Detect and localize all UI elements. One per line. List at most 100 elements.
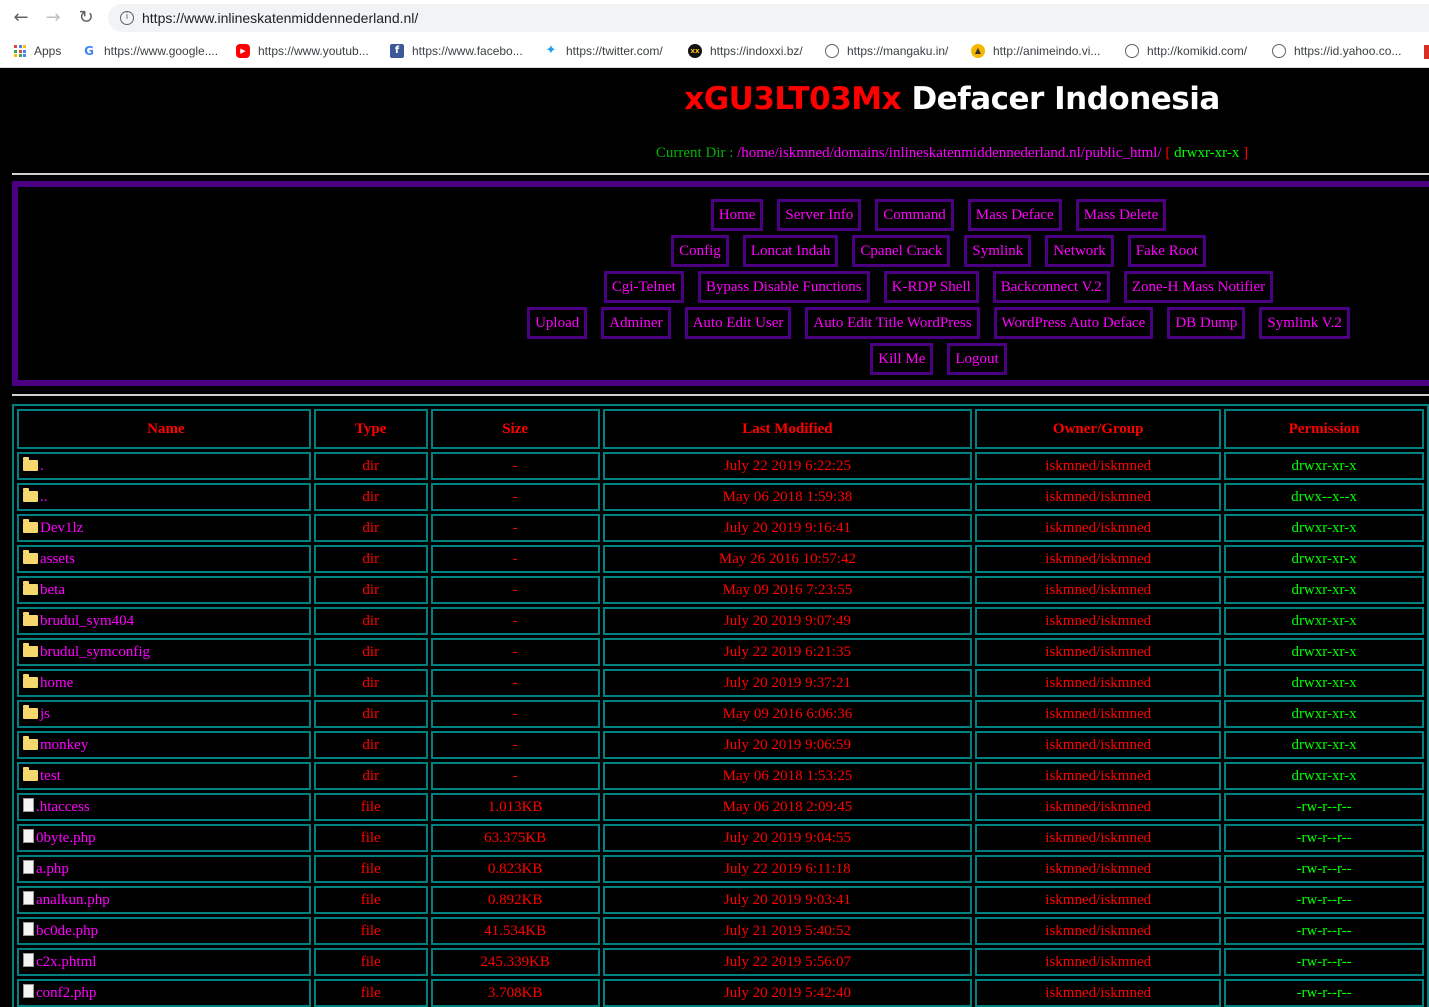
file-icon (23, 922, 34, 936)
file-name-link[interactable]: . (40, 458, 44, 474)
bookmark-animeindo[interactable]: ▲ http://animeindo.vi... (971, 41, 1100, 61)
overflow-bookmark-icon[interactable] (1424, 45, 1429, 59)
menu-loncat-indah-button[interactable]: Loncat Indah (742, 235, 839, 267)
cell-permission[interactable]: drwxr-xr-x (1224, 669, 1424, 697)
cell-permission[interactable]: -rw-r--r-- (1224, 855, 1424, 883)
cell-permission[interactable]: -rw-r--r-- (1224, 824, 1424, 852)
menu-k-rdp-shell-button[interactable]: K-RDP Shell (883, 271, 979, 303)
menu-logout-button[interactable]: Logout (947, 343, 1007, 375)
cell-name: . (17, 452, 311, 480)
cell-name: 0byte.php (17, 824, 311, 852)
file-name-link[interactable]: .htaccess (36, 799, 90, 815)
site-info-icon[interactable]: i (120, 11, 134, 25)
cell-permission[interactable]: drwxr-xr-x (1224, 731, 1424, 759)
menu-backconnect-button[interactable]: Backconnect V.2 (992, 271, 1110, 303)
current-dir-path[interactable]: /home/iskmned/domains/inlineskatenmidden… (737, 145, 1162, 161)
folder-icon (23, 549, 38, 564)
menu-home-button[interactable]: Home (710, 199, 764, 231)
cell-name: js (17, 700, 311, 728)
address-bar[interactable]: i https://www.inlineskatenmiddennederlan… (108, 4, 1429, 32)
cell-permission[interactable]: -rw-r--r-- (1224, 917, 1424, 945)
bookmark-youtube[interactable]: ▶ https://www.youtub... (236, 41, 369, 61)
menu-wp-auto-deface-button[interactable]: WordPress Auto Deface (993, 307, 1154, 339)
file-name-link[interactable]: test (40, 768, 61, 784)
cell-size: - (430, 669, 600, 697)
cell-modified: July 20 2019 9:06:59 (602, 731, 973, 759)
file-name-link[interactable]: conf2.php (36, 985, 96, 1001)
menu-fake-root-button[interactable]: Fake Root (1127, 235, 1206, 267)
cell-permission[interactable]: -rw-r--r-- (1224, 886, 1424, 914)
file-name-link[interactable]: assets (40, 551, 75, 567)
menu-upload-button[interactable]: Upload (527, 307, 588, 339)
bookmark-yahoo[interactable]: https://id.yahoo.co... (1272, 41, 1401, 61)
url-text[interactable]: https://www.inlineskatenmiddennederland.… (142, 10, 418, 26)
file-table: Name Type Size Last Modified Owner/Group… (12, 404, 1429, 1007)
menu-network-button[interactable]: Network (1045, 235, 1114, 267)
menu-db-dump-button[interactable]: DB Dump (1167, 307, 1246, 339)
bookmark-apps[interactable]: Apps (14, 41, 61, 61)
cell-permission[interactable]: drwx--x--x (1224, 483, 1424, 511)
menu-symlink-v2-button[interactable]: Symlink V.2 (1259, 307, 1350, 339)
cell-permission[interactable]: drwxr-xr-x (1224, 762, 1424, 790)
cell-permission[interactable]: drwxr-xr-x (1224, 452, 1424, 480)
file-name-link[interactable]: bc0de.php (36, 923, 98, 939)
cell-permission[interactable]: drwxr-xr-x (1224, 576, 1424, 604)
google-icon: G (82, 44, 96, 58)
cell-type: file (313, 979, 428, 1007)
menu-zone-h-notifier-button[interactable]: Zone-H Mass Notifier (1123, 271, 1274, 303)
cell-permission[interactable]: -rw-r--r-- (1224, 948, 1424, 976)
menu-kill-me-button[interactable]: Kill Me (870, 343, 934, 375)
menu-cgi-telnet-button[interactable]: Cgi-Telnet (603, 271, 684, 303)
folder-icon (23, 704, 38, 719)
bookmark-indoxxi[interactable]: xx https://indoxxi.bz/ (688, 41, 803, 61)
cell-permission[interactable]: drwxr-xr-x (1224, 700, 1424, 728)
bookmark-google[interactable]: G https://www.google.... (82, 41, 218, 61)
forward-arrow-icon[interactable]: → (41, 6, 65, 30)
menu-config-button[interactable]: Config (671, 235, 729, 267)
menu-auto-edit-title-wp-button[interactable]: Auto Edit Title WordPress (805, 307, 980, 339)
cell-permission[interactable]: drwxr-xr-x (1224, 514, 1424, 542)
file-name-link[interactable]: 0byte.php (36, 830, 96, 846)
file-name-link[interactable]: home (40, 675, 73, 691)
file-name-link[interactable]: brudul_symconfig (40, 644, 150, 660)
menu-adminer-button[interactable]: Adminer (601, 307, 671, 339)
bookmark-twitter[interactable]: ✦ https://twitter.com/ (544, 41, 663, 61)
file-name-link[interactable]: js (40, 706, 50, 722)
cell-owner: iskmned/iskmned (975, 793, 1222, 821)
cell-permission[interactable]: -rw-r--r-- (1224, 793, 1424, 821)
cell-permission[interactable]: -rw-r--r-- (1224, 979, 1424, 1007)
cell-owner: iskmned/iskmned (975, 731, 1222, 759)
menu-bypass-disable-functions-button[interactable]: Bypass Disable Functions (697, 271, 870, 303)
cell-owner: iskmned/iskmned (975, 855, 1222, 883)
file-name-link[interactable]: brudul_sym404 (40, 613, 134, 629)
file-name-link[interactable]: .. (40, 489, 48, 505)
menu-server-info-button[interactable]: Server Info (777, 199, 862, 231)
cell-name: bc0de.php (17, 917, 311, 945)
globe-icon (825, 44, 839, 58)
bookmark-mangaku[interactable]: https://mangaku.in/ (825, 41, 948, 61)
file-name-link[interactable]: c2x.phtml (36, 954, 96, 970)
table-row: conf2.php file 3.708KB July 20 2019 5:42:40… (17, 979, 1424, 1007)
bookmark-facebook[interactable]: f https://www.facebo... (390, 41, 523, 61)
file-name-link[interactable]: analkun.php (36, 892, 110, 908)
menu-mass-delete-button[interactable]: Mass Delete (1075, 199, 1167, 231)
menu-cpanel-crack-button[interactable]: Cpanel Crack (852, 235, 951, 267)
file-name-link[interactable]: monkey (40, 737, 88, 753)
file-name-link[interactable]: a.php (36, 861, 69, 877)
file-name-link[interactable]: beta (40, 582, 65, 598)
back-arrow-icon[interactable]: ← (9, 6, 33, 30)
menu-symlink-button[interactable]: Symlink (964, 235, 1032, 267)
cell-permission[interactable]: drwxr-xr-x (1224, 607, 1424, 635)
globe-icon (1272, 44, 1286, 58)
menu-command-button[interactable]: Command (875, 199, 954, 231)
cell-permission[interactable]: drwxr-xr-x (1224, 545, 1424, 573)
cell-permission[interactable]: drwxr-xr-x (1224, 638, 1424, 666)
menu-auto-edit-user-button[interactable]: Auto Edit User (684, 307, 792, 339)
folder-icon (23, 456, 38, 471)
bookmark-komikid[interactable]: http://komikid.com/ (1125, 41, 1247, 61)
reload-icon[interactable]: ↻ (74, 6, 98, 30)
menu-mass-deface-button[interactable]: Mass Deface (967, 199, 1062, 231)
cell-modified: July 22 2019 5:56:07 (602, 948, 973, 976)
file-name-link[interactable]: Dev1lz (40, 520, 83, 536)
bookmark-label: Apps (34, 44, 62, 58)
